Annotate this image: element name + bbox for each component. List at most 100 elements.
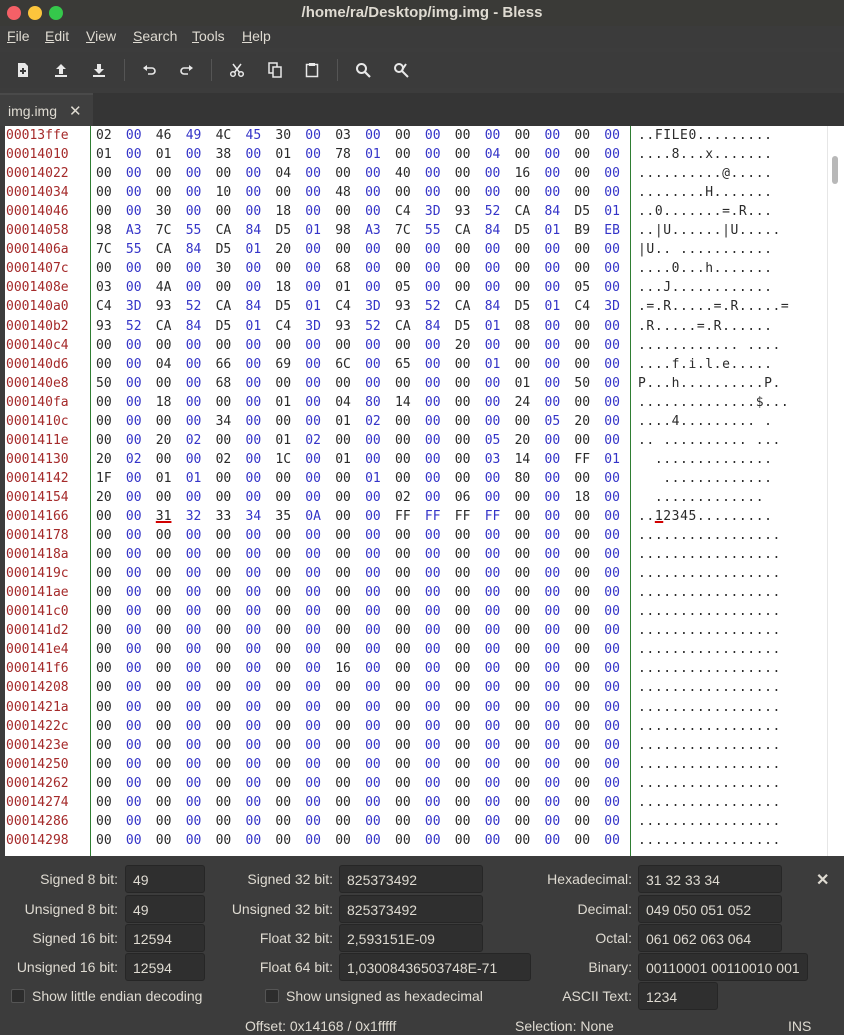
hex-byte[interactable]: 00 (365, 831, 387, 850)
hex-byte[interactable]: 00 (455, 393, 477, 412)
hex-byte[interactable]: 00 (246, 812, 268, 831)
hex-byte[interactable]: 00 (574, 755, 596, 774)
hex-byte[interactable]: 00 (455, 583, 477, 602)
menu-help[interactable]: Help (242, 28, 271, 44)
hex-byte[interactable]: 00 (395, 450, 417, 469)
hex-byte[interactable]: 02 (186, 431, 208, 450)
hex-byte[interactable]: 00 (96, 393, 118, 412)
hex-row[interactable]: 00 00 00 00 00 00 00 00 00 00 00 00 00 00 00 00 00 00 (96, 755, 630, 774)
hex-byte[interactable]: 00 (186, 736, 208, 755)
menu-file[interactable]: File (7, 28, 30, 44)
hex-byte[interactable]: 01 (485, 355, 507, 374)
hex-byte[interactable]: 04 (275, 164, 297, 183)
hex-byte[interactable]: 00 (275, 793, 297, 812)
hex-byte[interactable]: 00 (604, 278, 626, 297)
hex-byte[interactable]: 00 (186, 183, 208, 202)
hex-byte[interactable]: 00 (126, 355, 148, 374)
hex-byte[interactable]: 00 (545, 374, 567, 393)
hex-byte[interactable]: 00 (395, 717, 417, 736)
hex-byte[interactable]: 00 (545, 278, 567, 297)
ascii-row[interactable]: ................. (638, 545, 781, 564)
hex-byte[interactable]: 00 (335, 336, 357, 355)
hex-byte[interactable]: 00 (574, 736, 596, 755)
hex-byte[interactable]: 00 (485, 545, 507, 564)
hex-row[interactable]: 00 00 00 00 00 00 00 00 00 00 00 00 00 00 00 00 00 00 (96, 831, 630, 850)
hex-byte[interactable]: D5 (275, 297, 297, 316)
hex-row[interactable]: 00 00 00 00 00 00 00 00 00 00 00 00 00 00 00 00 00 00 (96, 602, 630, 621)
hex-byte[interactable]: 00 (216, 640, 238, 659)
hex-byte[interactable]: 00 (545, 355, 567, 374)
hex-byte[interactable]: 00 (545, 621, 567, 640)
hex-byte[interactable]: 00 (216, 812, 238, 831)
hex-byte[interactable]: 00 (395, 259, 417, 278)
hex-byte[interactable]: 00 (425, 355, 447, 374)
hex-byte[interactable]: 00 (395, 812, 417, 831)
hex-byte[interactable]: 00 (156, 545, 178, 564)
hex-byte[interactable]: 24 (515, 393, 537, 412)
hex-byte[interactable]: 00 (395, 374, 417, 393)
hex-row[interactable]: 00 00 00 00 00 00 00 00 00 00 00 00 20 00 00 00 00 00 (96, 336, 630, 355)
hex-byte[interactable]: 00 (485, 469, 507, 488)
hex-byte[interactable]: 00 (425, 602, 447, 621)
hex-row[interactable]: 00 00 00 00 00 00 00 00 16 00 00 00 00 00 00 00 00 00 (96, 659, 630, 678)
hex-byte[interactable]: 00 (305, 717, 327, 736)
hex-byte[interactable]: 00 (485, 659, 507, 678)
hex-byte[interactable]: 00 (425, 698, 447, 717)
hex-byte[interactable]: 7C (96, 240, 118, 259)
hex-byte[interactable]: 00 (455, 812, 477, 831)
hex-byte[interactable]: 00 (186, 278, 208, 297)
hex-byte[interactable]: 00 (216, 393, 238, 412)
hex-byte[interactable]: CA (216, 221, 238, 240)
hex-byte[interactable]: 00 (545, 583, 567, 602)
hex-byte[interactable]: 00 (96, 431, 118, 450)
hex-byte[interactable]: 00 (515, 355, 537, 374)
hex-byte[interactable]: 00 (604, 793, 626, 812)
hex-byte[interactable]: 00 (275, 412, 297, 431)
hex-byte[interactable]: 00 (365, 812, 387, 831)
hex-byte[interactable]: 00 (395, 145, 417, 164)
hex-byte[interactable]: 00 (485, 393, 507, 412)
hex-byte[interactable]: 01 (275, 393, 297, 412)
hex-byte[interactable]: 00 (425, 793, 447, 812)
hex-byte[interactable]: 00 (455, 545, 477, 564)
hex-byte[interactable]: 00 (604, 774, 626, 793)
hex-byte[interactable]: 00 (574, 698, 596, 717)
hex-byte[interactable]: 3D (126, 297, 148, 316)
hex-byte[interactable]: 00 (156, 488, 178, 507)
hex-byte[interactable]: 00 (186, 793, 208, 812)
hex-byte[interactable]: 00 (425, 336, 447, 355)
ascii-row[interactable]: ................. (638, 717, 781, 736)
hex-byte[interactable]: 00 (545, 545, 567, 564)
hex-byte[interactable]: 01 (365, 145, 387, 164)
hex-byte[interactable]: CA (156, 240, 178, 259)
hex-byte[interactable]: 00 (96, 564, 118, 583)
hex-byte[interactable]: 00 (246, 717, 268, 736)
hex-byte[interactable]: 00 (515, 507, 537, 526)
hex-byte[interactable]: 00 (186, 583, 208, 602)
hex-byte[interactable]: 00 (156, 621, 178, 640)
hex-byte[interactable]: 00 (545, 640, 567, 659)
hex-byte[interactable]: 00 (545, 488, 567, 507)
hex-byte[interactable]: 00 (335, 831, 357, 850)
hex-byte[interactable]: 00 (545, 812, 567, 831)
hex-byte[interactable]: 00 (485, 183, 507, 202)
hex-byte[interactable]: 00 (425, 278, 447, 297)
hex-byte[interactable]: 00 (246, 278, 268, 297)
hex-byte[interactable]: 00 (395, 240, 417, 259)
hex-byte[interactable]: 00 (455, 374, 477, 393)
hex-byte[interactable]: 80 (515, 469, 537, 488)
hex-byte[interactable]: 00 (365, 698, 387, 717)
paste-icon[interactable] (300, 58, 324, 82)
hex-byte[interactable]: 00 (186, 393, 208, 412)
hex-byte[interactable]: 00 (604, 374, 626, 393)
hex-byte[interactable]: 01 (515, 374, 537, 393)
hex-byte[interactable]: 00 (216, 469, 238, 488)
hex-byte[interactable]: 02 (365, 412, 387, 431)
hex-byte[interactable]: 00 (604, 355, 626, 374)
hex-byte[interactable]: 00 (604, 812, 626, 831)
hex-byte[interactable]: 00 (515, 793, 537, 812)
hex-row[interactable]: 00 00 20 02 00 00 01 02 00 00 00 00 00 05 20 00 00 00 (96, 431, 630, 450)
hex-byte[interactable]: 00 (395, 412, 417, 431)
hex-byte[interactable]: 78 (335, 145, 357, 164)
hex-byte[interactable]: 00 (574, 602, 596, 621)
